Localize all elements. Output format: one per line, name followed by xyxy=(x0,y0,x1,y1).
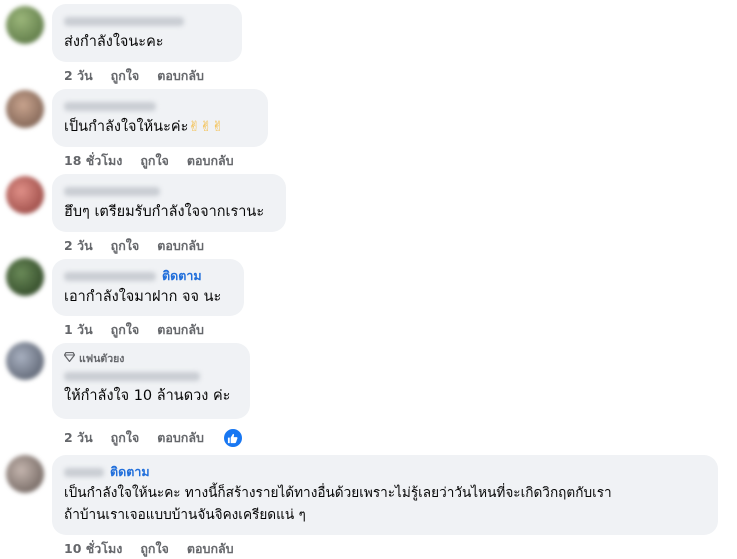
avatar[interactable] xyxy=(6,258,44,296)
comment-time[interactable]: 10 ชั่วโมง xyxy=(64,539,122,559)
comment-bubble: ส่งกำลังใจนะคะ xyxy=(52,4,242,62)
commenter-name[interactable] xyxy=(64,16,184,26)
comment-actions: 18 ชั่วโมง ถูกใจ ตอบกลับ xyxy=(64,151,234,171)
comment-time[interactable]: 2 วัน xyxy=(64,66,93,86)
commenter-name[interactable] xyxy=(64,271,156,281)
commenter-name[interactable] xyxy=(64,101,156,111)
like-button[interactable]: ถูกใจ xyxy=(140,539,169,559)
top-fan-label: แฟนตัวยง xyxy=(79,352,125,365)
reply-button[interactable]: ตอบกลับ xyxy=(187,151,234,171)
commenter-name[interactable] xyxy=(64,186,160,196)
comment-text-line-2: ถ้าบ้านเราเจอแบบบ้านจันจิคงเครียดแน่ ๆ xyxy=(64,507,306,523)
like-button[interactable]: ถูกใจ xyxy=(111,236,140,256)
reply-button[interactable]: ตอบกลับ xyxy=(157,236,204,256)
like-button[interactable]: ถูกใจ xyxy=(140,151,169,171)
comment-actions: 2 วัน ถูกใจ ตอบกลับ xyxy=(64,236,204,256)
follow-button[interactable]: ติดตาม xyxy=(162,266,202,286)
comment-actions: 1 วัน ถูกใจ ตอบกลับ xyxy=(64,320,204,340)
comment-text: ส่งกำลังใจนะคะ xyxy=(64,34,164,50)
like-button[interactable]: ถูกใจ xyxy=(111,428,140,448)
comment-text-row: เป็นกำลังใจให้นะค่ะ✌✌✌ xyxy=(64,116,256,138)
top-fan-badge: แฟนตัวยง xyxy=(63,351,238,365)
commenter-name[interactable] xyxy=(64,467,104,477)
diamond-icon xyxy=(63,351,76,365)
victory-hand-icon: ✌✌✌ xyxy=(188,119,224,135)
comment-actions: 2 วัน ถูกใจ ตอบกลับ xyxy=(64,66,204,86)
reply-button[interactable]: ตอบกลับ xyxy=(157,320,204,340)
comment-text: ให้กำลังใจ 10 ล้านดวง ค่ะ xyxy=(64,388,231,404)
commenter-name[interactable] xyxy=(64,371,200,381)
comment-text: เอากำลังใจมาฝาก จจ นะ xyxy=(64,289,222,305)
like-button[interactable]: ถูกใจ xyxy=(111,320,140,340)
comment-time[interactable]: 18 ชั่วโมง xyxy=(64,151,122,171)
comment-actions: 10 ชั่วโมง ถูกใจ ตอบกลับ xyxy=(64,539,234,559)
comment-bubble: ฮึบๆ เตรียมรับกำลังใจจากเรานะ xyxy=(52,174,286,232)
avatar[interactable] xyxy=(6,176,44,214)
reply-button[interactable]: ตอบกลับ xyxy=(187,539,234,559)
comment-time[interactable]: 1 วัน xyxy=(64,320,93,340)
comment-text-line-1: เป็นกำลังใจให้นะคะ ทางนี้ก็สร้างรายได้ทา… xyxy=(64,485,612,501)
comment-bubble: แฟนตัวยง ให้กำลังใจ 10 ล้านดวง ค่ะ xyxy=(52,343,250,419)
comment-actions: 2 วัน ถูกใจ ตอบกลับ xyxy=(64,427,244,449)
follow-button[interactable]: ติดตาม xyxy=(110,462,150,482)
reply-button[interactable]: ตอบกลับ xyxy=(157,66,204,86)
avatar[interactable] xyxy=(6,455,44,493)
thumbs-up-reaction-icon[interactable] xyxy=(221,427,244,449)
reply-button[interactable]: ตอบกลับ xyxy=(157,428,204,448)
comment-bubble: เป็นกำลังใจให้นะค่ะ✌✌✌ xyxy=(52,89,268,147)
avatar[interactable] xyxy=(6,6,44,44)
comment-bubble: ติดตาม เป็นกำลังใจให้นะคะ ทางนี้ก็สร้างร… xyxy=(52,455,718,535)
comment-time[interactable]: 2 วัน xyxy=(64,236,93,256)
comment-bubble: ติดตาม เอากำลังใจมาฝาก จจ นะ xyxy=(52,259,244,316)
avatar[interactable] xyxy=(6,90,44,128)
comment-time[interactable]: 2 วัน xyxy=(64,428,93,448)
comment-text: ฮึบๆ เตรียมรับกำลังใจจากเรานะ xyxy=(64,204,265,220)
like-button[interactable]: ถูกใจ xyxy=(111,66,140,86)
comment-text: เป็นกำลังใจให้นะค่ะ xyxy=(64,119,189,135)
avatar[interactable] xyxy=(6,342,44,380)
